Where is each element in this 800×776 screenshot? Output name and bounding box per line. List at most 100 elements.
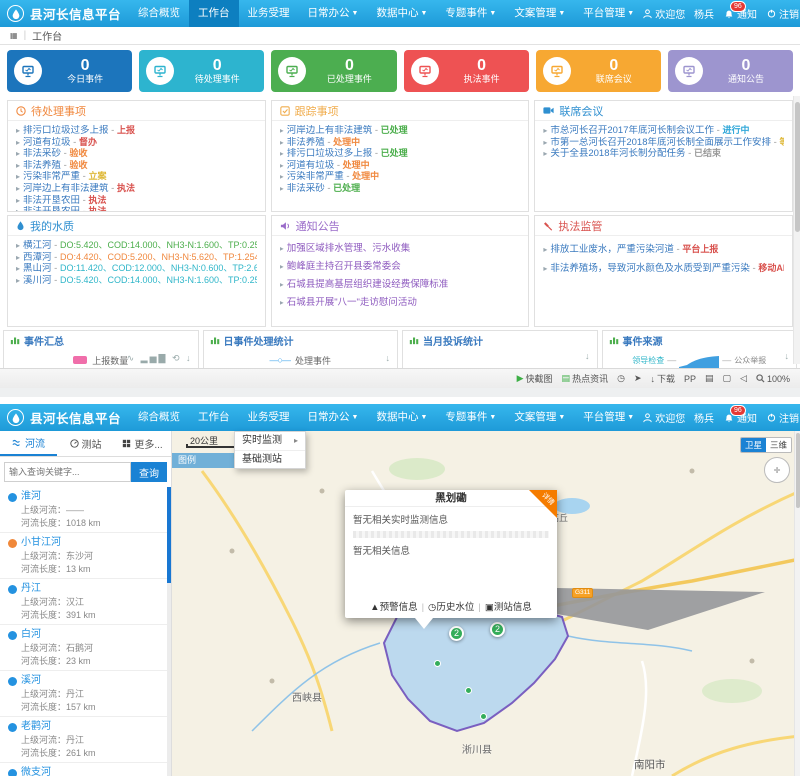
tracking-item[interactable]: ▸河岸边上有非法建筑 - 已处理: [280, 125, 521, 137]
nav-item-platform[interactable]: 平台管理▼: [574, 0, 643, 27]
pp-accelerator-button[interactable]: PP: [684, 374, 696, 384]
pending-item[interactable]: ▸污染非常严重 - 立案: [16, 171, 257, 183]
nav-item-workbench[interactable]: 工作台: [189, 404, 239, 431]
stat-card[interactable]: 0 已处理事件: [271, 50, 396, 92]
notifications-button[interactable]: 96 通知: [724, 6, 757, 21]
compass-control[interactable]: ✛: [764, 457, 790, 483]
river-list-item[interactable]: 白河 上级河流：石鹅河 河流长度：23 km: [0, 625, 171, 671]
river-list-item[interactable]: 溪河 上级河流：丹江 河流长度：157 km: [0, 671, 171, 717]
hot-news-button[interactable]: ▤热点资讯: [562, 372, 609, 385]
law-item[interactable]: ▸排放工业废水，严重污染河道 - 平台上报: [543, 240, 784, 259]
screenshot-tool-button[interactable]: ▶快截图: [517, 372, 553, 385]
stat-card[interactable]: 0 执法事件: [404, 50, 529, 92]
nav-item-overview[interactable]: 综合概览: [129, 404, 189, 431]
tracking-item[interactable]: ▸河道有垃圾 - 处理中: [280, 160, 521, 172]
river-list-item[interactable]: 小甘江河 上级河流：东沙河 河流长度：13 km: [0, 533, 171, 579]
nav-item-topics[interactable]: 专题事件▼: [436, 404, 505, 431]
water-quality-item[interactable]: ▸横江河 - DO:5.420、COD:14.000、NH3-N:1.600、T…: [16, 240, 257, 252]
scrollbar-thumb[interactable]: [795, 102, 800, 232]
logout-button[interactable]: 注销: [767, 410, 799, 425]
stat-card[interactable]: 0 待处理事件: [139, 50, 264, 92]
page-scrollbar[interactable]: [793, 96, 800, 364]
download-icon[interactable]: ↓: [585, 351, 592, 361]
nav-item-business[interactable]: 业务受理: [239, 404, 299, 431]
water-quality-item[interactable]: ▸黑山河 - DO:11.420、COD:12.000、NH3-N:0.600、…: [16, 263, 257, 275]
download-button[interactable]: ↓ 下载: [650, 372, 675, 385]
nav-item-daily-office[interactable]: 日常办公▼: [299, 404, 368, 431]
pending-item[interactable]: ▸非法开垦农田 - 执法: [16, 195, 257, 207]
nav-item-daily-office[interactable]: 日常办公▼: [299, 0, 368, 27]
stat-card[interactable]: 0 今日事件: [7, 50, 132, 92]
sidebar-scrollbar[interactable]: [167, 487, 171, 776]
pending-item[interactable]: ▸非法开垦农田 - 执法: [16, 206, 257, 212]
notice-item[interactable]: ▸石城县开展"八一"走访慰问活动: [280, 294, 521, 312]
scrollbar-thumb[interactable]: [167, 487, 171, 583]
bar-chart-toggle-icon[interactable]: ▂▅▇: [141, 353, 168, 363]
download-icon[interactable]: ↓: [386, 353, 393, 363]
tab-more[interactable]: 更多...: [114, 431, 171, 456]
nav-item-topics[interactable]: 专题事件▼: [436, 0, 505, 27]
line-chart-toggle-icon[interactable]: ∿: [127, 353, 137, 363]
station-info-link[interactable]: ▣测站信息: [485, 602, 532, 613]
meeting-item[interactable]: ▸市总河长召开2017年底河长制会议工作 - 进行中: [543, 125, 784, 137]
law-item[interactable]: ▸非法养殖场，导致河水颜色及水质受到严重污染 - 移动APP上报: [543, 259, 784, 278]
restore-icon[interactable]: ⟲: [172, 353, 182, 363]
send-icon[interactable]: ➤: [634, 373, 642, 384]
river-list-item[interactable]: 老鹳河 上级河流：丹江 河流长度：261 km: [0, 717, 171, 763]
map-canvas[interactable]: 20公里 图例 卫星 三维 ✛ 高丘 西峡县 淅川县 南阳市 G251 G311…: [172, 431, 800, 776]
copy-icon[interactable]: ▢: [723, 373, 732, 384]
nav-item-data-center[interactable]: 数据中心▼: [367, 404, 436, 431]
station-marker[interactable]: [465, 687, 472, 694]
river-list-item[interactable]: 微支河: [0, 763, 171, 776]
water-quality-item[interactable]: ▸溪川河 - DO:5.420、COD:14.000、NH3-N:1.600、T…: [16, 275, 257, 287]
notice-item[interactable]: ▸石城县提高基层组织建设经费保障标准: [280, 276, 521, 294]
pending-item[interactable]: ▸非法养殖 - 验收: [16, 160, 257, 172]
zoom-level[interactable]: 100%: [756, 374, 790, 384]
nav-item-documents[interactable]: 文案管理▼: [505, 0, 574, 27]
station-marker[interactable]: [434, 660, 441, 667]
pending-item[interactable]: ▸非法采砂 - 验收: [16, 148, 257, 160]
pending-item[interactable]: ▸河岸边上有非法建筑 - 执法: [16, 183, 257, 195]
stat-card[interactable]: 0 联席会议: [536, 50, 661, 92]
history-icon[interactable]: ◷: [617, 373, 625, 384]
tracking-item[interactable]: ▸非法养殖 - 处理中: [280, 137, 521, 149]
water-quality-item[interactable]: ▸西潭河 - DO:4.420、COD:5.200、NH3-N:5.620、TP…: [16, 252, 257, 264]
tab-rivers[interactable]: 河流: [0, 431, 57, 456]
search-button[interactable]: 查询: [131, 462, 167, 482]
print-icon[interactable]: ▤: [705, 373, 714, 384]
menu-item-realtime-monitoring[interactable]: 实时监测▸: [235, 432, 305, 450]
tracking-item[interactable]: ▸非法采砂 - 已处理: [280, 183, 521, 195]
river-list-item[interactable]: 淮河 上级河流：—— 河流长度：1018 km: [0, 487, 171, 533]
station-marker[interactable]: [480, 713, 487, 720]
download-icon[interactable]: ↓: [785, 351, 792, 361]
download-icon[interactable]: ↓: [186, 353, 193, 363]
nav-item-workbench[interactable]: 工作台: [189, 0, 239, 27]
nav-item-overview[interactable]: 综合概览: [129, 0, 189, 27]
tracking-item[interactable]: ▸排污口垃圾过多上报 - 已处理: [280, 148, 521, 160]
cluster-marker[interactable]: 2: [490, 622, 505, 637]
warning-info-link[interactable]: ▲预警信息: [370, 602, 417, 613]
scrollbar-thumb[interactable]: [796, 433, 800, 508]
nav-item-business[interactable]: 业务受理: [239, 0, 299, 27]
nav-item-documents[interactable]: 文案管理▼: [505, 404, 574, 431]
pending-item[interactable]: ▸排污口垃圾过多上报 - 上报: [16, 125, 257, 137]
threed-button[interactable]: 三维: [766, 438, 791, 452]
nav-item-data-center[interactable]: 数据中心▼: [367, 0, 436, 27]
tracking-item[interactable]: ▸污染非常严重 - 处理中: [280, 171, 521, 183]
history-level-link[interactable]: ◷历史水位: [428, 602, 474, 613]
notice-item[interactable]: ▸加强区域排水管理、污水收集: [280, 240, 521, 258]
satellite-button[interactable]: 卫星: [741, 438, 766, 452]
river-list-item[interactable]: 丹江 上级河流：汉江 河流长度：391 km: [0, 579, 171, 625]
page-scrollbar[interactable]: [794, 431, 800, 776]
pending-item[interactable]: ▸河道有垃圾 - 督办: [16, 137, 257, 149]
tab-stations[interactable]: 测站: [57, 431, 114, 456]
stat-card[interactable]: 0 通知公告: [668, 50, 793, 92]
meeting-item[interactable]: ▸市第一总河长召开2018年底河长制全面展示工作安排 - 等待中: [543, 137, 784, 149]
search-input[interactable]: [4, 462, 131, 482]
meeting-item[interactable]: ▸关于全县2018年河长制分配任务 - 已结束: [543, 148, 784, 160]
menu-item-base-stations[interactable]: 基础测站: [235, 450, 305, 468]
notifications-button[interactable]: 96 通知: [724, 410, 757, 425]
cluster-marker[interactable]: 2: [449, 626, 464, 641]
mute-icon[interactable]: ◁: [740, 373, 747, 384]
nav-item-platform[interactable]: 平台管理▼: [574, 404, 643, 431]
